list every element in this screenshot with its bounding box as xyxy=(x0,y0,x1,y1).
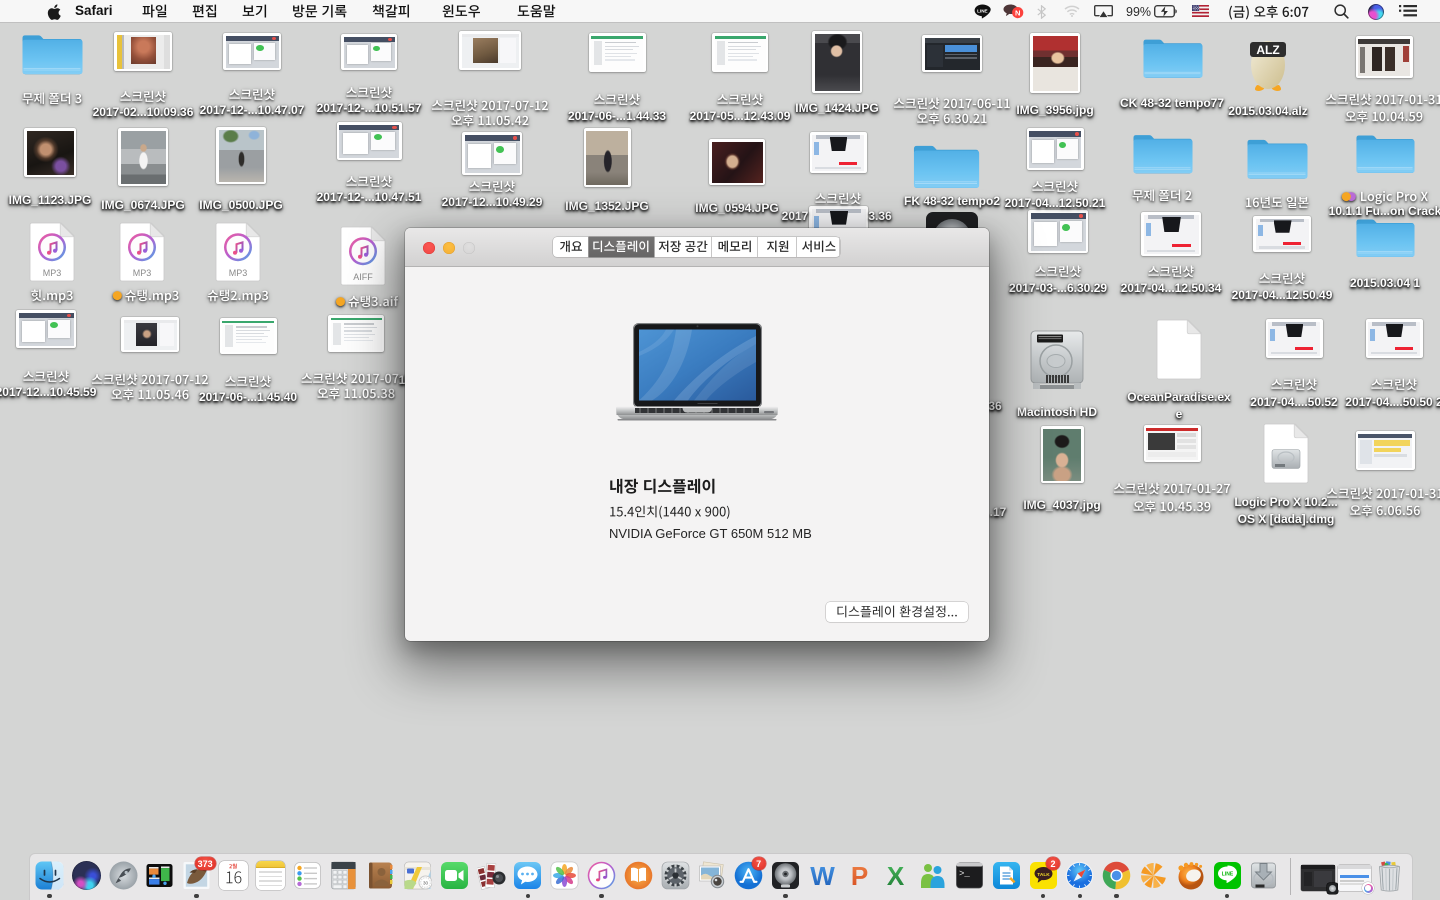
svg-text:LINE: LINE xyxy=(977,9,987,14)
svg-text:X: X xyxy=(887,861,905,890)
svg-text:MP3: MP3 xyxy=(43,268,62,278)
svg-text:P: P xyxy=(850,861,867,890)
svg-text:AIFF: AIFF xyxy=(353,272,373,282)
svg-text:ALZ: ALZ xyxy=(1256,43,1279,57)
svg-text:W: W xyxy=(810,861,835,890)
svg-text:MP3: MP3 xyxy=(133,268,152,278)
svg-text:MP3: MP3 xyxy=(229,268,248,278)
svg-text:>_: >_ xyxy=(959,869,970,879)
svg-text:LINE: LINE xyxy=(1221,872,1233,878)
svg-text:30: 30 xyxy=(423,881,429,886)
svg-text:N: N xyxy=(1015,8,1020,17)
svg-text:TALK: TALK xyxy=(1037,872,1050,878)
